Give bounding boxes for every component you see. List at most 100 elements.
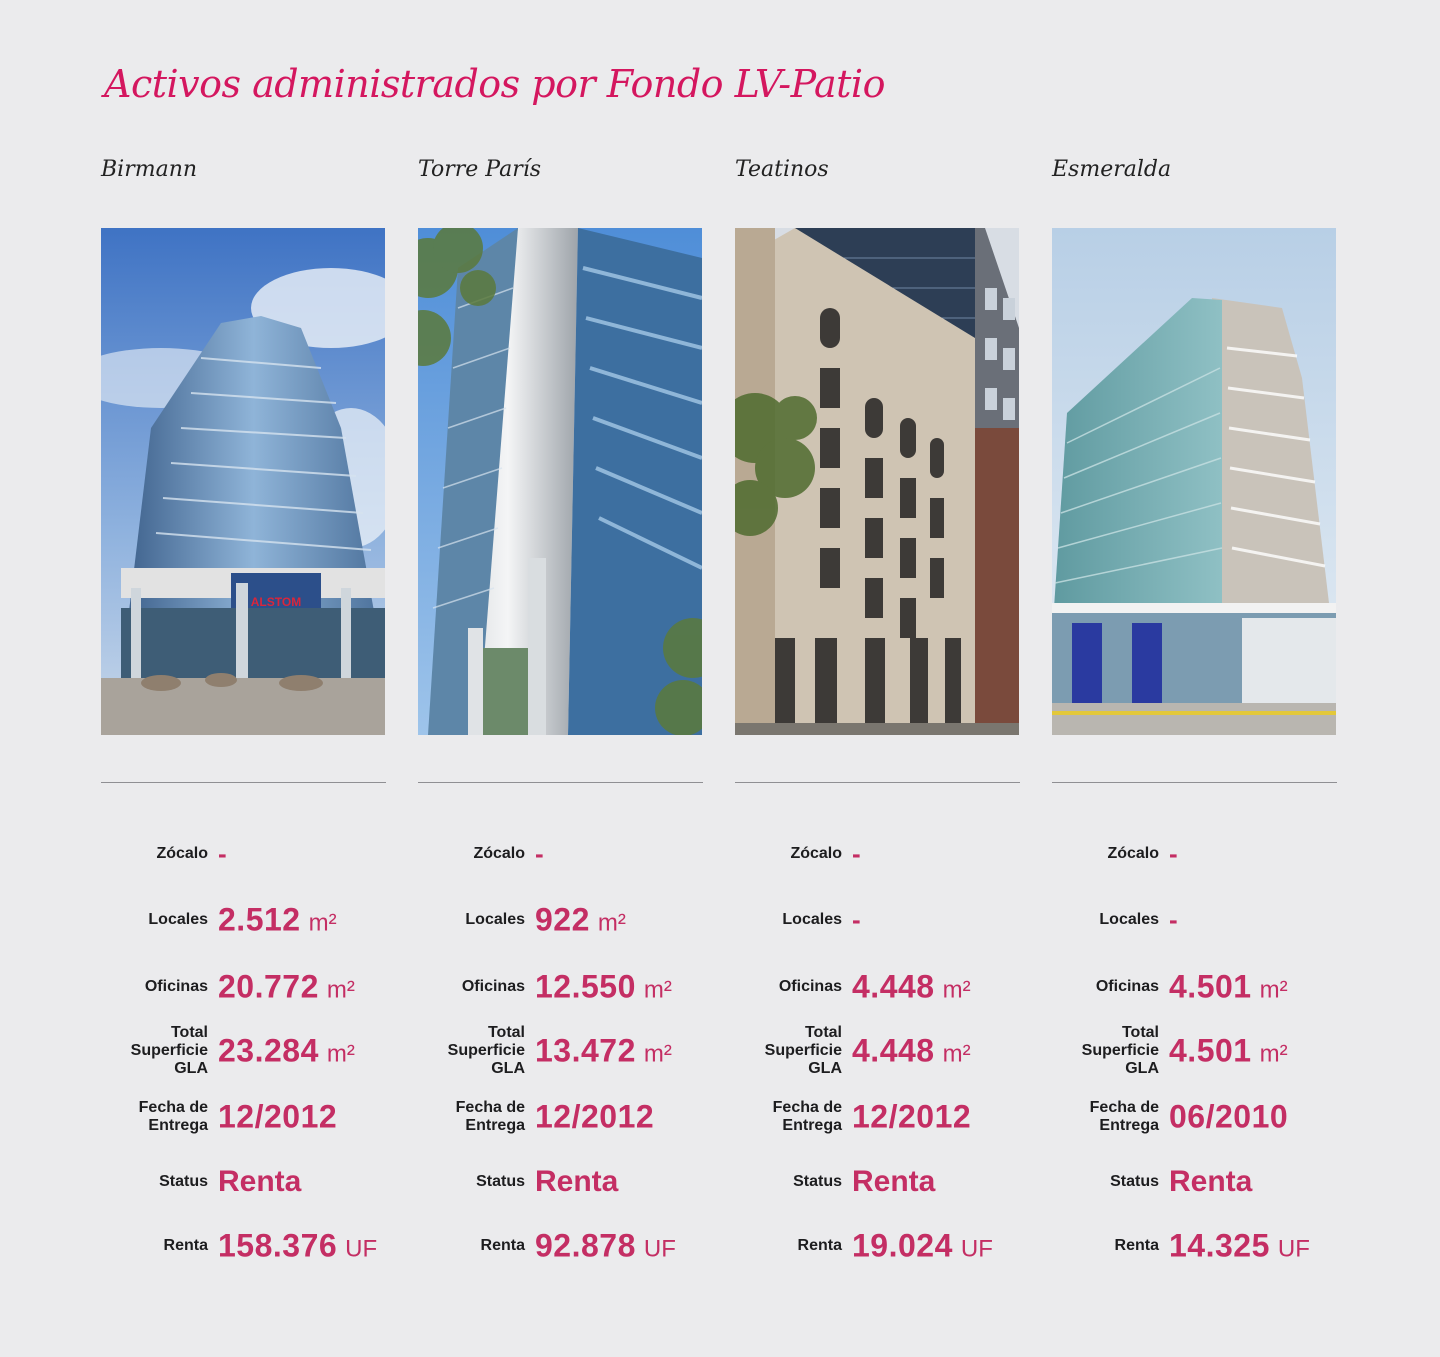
row-renta: Renta 14.325 UF — [1052, 1226, 1352, 1266]
label-oficinas: Oficinas — [1095, 978, 1159, 995]
asset-name: Torre París — [418, 157, 542, 182]
label-renta: Renta — [797, 1237, 842, 1254]
unit-area: m² — [942, 1040, 971, 1068]
unit-area: m² — [326, 976, 355, 1004]
label-status: Status — [1110, 1173, 1159, 1190]
unit-currency: UF — [643, 1235, 676, 1263]
row-fecha: Fecha de Entrega 06/2010 — [1052, 1097, 1352, 1137]
divider — [418, 782, 703, 783]
row-oficinas: Oficinas 20.772 m² — [101, 967, 401, 1007]
row-fecha: Fecha de Entrega 12/2012 — [418, 1097, 718, 1137]
label-fecha: Fecha de Entrega — [772, 1099, 842, 1134]
value-oficinas: 20.772 — [218, 968, 319, 1005]
label-oficinas: Oficinas — [144, 978, 208, 995]
building-photo — [418, 228, 702, 735]
label-status: Status — [159, 1173, 208, 1190]
value-status: Renta — [535, 1165, 619, 1198]
unit-currency: UF — [960, 1235, 993, 1263]
value-total: 4.448 — [852, 1032, 935, 1069]
label-status: Status — [476, 1173, 525, 1190]
value-status: Renta — [1169, 1165, 1253, 1198]
label-locales: Locales — [1099, 911, 1159, 928]
value-locales: - — [1169, 904, 1178, 935]
value-oficinas: 12.550 — [535, 968, 636, 1005]
unit-currency: UF — [345, 1235, 378, 1263]
asset-column-teatinos: Teatinos Zócalo - Locales - Oficinas 4.4… — [735, 0, 1020, 1357]
building-photo — [1052, 228, 1336, 735]
label-zocalo: Zócalo — [473, 845, 525, 862]
label-total: Total Superficie GLA — [1081, 1024, 1159, 1077]
label-zocalo: Zócalo — [1107, 845, 1159, 862]
svg-text:ALSTOM: ALSTOM — [251, 595, 301, 609]
asset-name: Birmann — [101, 157, 198, 182]
value-total: 4.501 — [1169, 1032, 1252, 1069]
row-oficinas: Oficinas 12.550 m² — [418, 967, 718, 1007]
label-oficinas: Oficinas — [778, 978, 842, 995]
label-total: Total Superficie GLA — [130, 1024, 208, 1077]
row-total: Total Superficie GLA 4.501 m² — [1052, 1024, 1352, 1077]
divider — [735, 782, 1020, 783]
value-renta: 92.878 — [535, 1227, 636, 1264]
row-status: Status Renta — [1052, 1162, 1352, 1202]
row-oficinas: Oficinas 4.501 m² — [1052, 967, 1352, 1007]
row-fecha: Fecha de Entrega 12/2012 — [735, 1097, 1035, 1137]
unit-area: m² — [942, 976, 971, 1004]
row-total: Total Superficie GLA 4.448 m² — [735, 1024, 1035, 1077]
asset-name: Teatinos — [735, 157, 829, 182]
row-zocalo: Zócalo - — [1052, 834, 1352, 874]
unit-area: m² — [643, 976, 672, 1004]
asset-column-torre-paris: Torre París Zócalo - Locales 922 m² Ofic… — [418, 0, 703, 1357]
label-fecha: Fecha de Entrega — [1089, 1099, 1159, 1134]
value-locales: 2.512 — [218, 901, 301, 938]
value-zocalo: - — [1169, 838, 1178, 869]
unit-area: m² — [1259, 976, 1288, 1004]
asset-column-birmann: Birmann ALSTOM Zócalo - Locales 2.512 m²… — [101, 0, 386, 1357]
asset-column-esmeralda: Esmeralda Zócalo - Locales - Oficinas 4.… — [1052, 0, 1337, 1357]
row-zocalo: Zócalo - — [735, 834, 1035, 874]
value-renta: 19.024 — [852, 1227, 953, 1264]
divider — [101, 782, 386, 783]
unit-area: m² — [643, 1040, 672, 1068]
row-zocalo: Zócalo - — [418, 834, 718, 874]
row-total: Total Superficie GLA 23.284 m² — [101, 1024, 401, 1077]
row-renta: Renta 92.878 UF — [418, 1226, 718, 1266]
label-fecha: Fecha de Entrega — [138, 1099, 208, 1134]
value-oficinas: 4.501 — [1169, 968, 1252, 1005]
label-status: Status — [793, 1173, 842, 1190]
row-zocalo: Zócalo - — [101, 834, 401, 874]
row-locales: Locales - — [735, 900, 1035, 940]
row-renta: Renta 19.024 UF — [735, 1226, 1035, 1266]
value-fecha: 06/2010 — [1169, 1098, 1289, 1135]
value-status: Renta — [218, 1165, 302, 1198]
value-fecha: 12/2012 — [218, 1098, 338, 1135]
row-status: Status Renta — [101, 1162, 401, 1202]
value-status: Renta — [852, 1165, 936, 1198]
row-locales: Locales 2.512 m² — [101, 900, 401, 940]
unit-area: m² — [326, 1040, 355, 1068]
row-oficinas: Oficinas 4.448 m² — [735, 967, 1035, 1007]
value-zocalo: - — [218, 838, 227, 869]
unit-area: m² — [308, 909, 337, 937]
label-fecha: Fecha de Entrega — [455, 1099, 525, 1134]
label-renta: Renta — [480, 1237, 525, 1254]
row-status: Status Renta — [735, 1162, 1035, 1202]
value-locales: 922 — [535, 901, 590, 938]
label-locales: Locales — [782, 911, 842, 928]
label-total: Total Superficie GLA — [447, 1024, 525, 1077]
label-oficinas: Oficinas — [461, 978, 525, 995]
building-photo — [735, 228, 1019, 735]
building-photo: ALSTOM — [101, 228, 385, 735]
unit-currency: UF — [1277, 1235, 1310, 1263]
value-fecha: 12/2012 — [852, 1098, 972, 1135]
unit-area: m² — [1259, 1040, 1288, 1068]
value-fecha: 12/2012 — [535, 1098, 655, 1135]
value-total: 23.284 — [218, 1032, 319, 1069]
label-zocalo: Zócalo — [156, 845, 208, 862]
divider — [1052, 782, 1337, 783]
unit-area: m² — [597, 909, 626, 937]
row-total: Total Superficie GLA 13.472 m² — [418, 1024, 718, 1077]
value-renta: 158.376 — [218, 1227, 338, 1264]
value-renta: 14.325 — [1169, 1227, 1270, 1264]
label-zocalo: Zócalo — [790, 845, 842, 862]
value-zocalo: - — [535, 838, 544, 869]
